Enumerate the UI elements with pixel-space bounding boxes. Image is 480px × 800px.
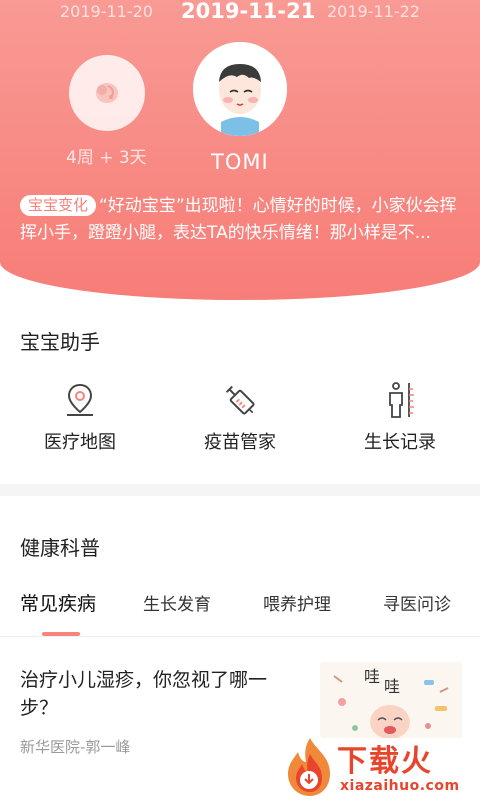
map-pin-icon [67, 383, 93, 416]
baby-name: TOMI [211, 150, 269, 174]
watermark-logo: 下载火 xiazaihuo.com [282, 734, 478, 800]
current-date[interactable]: 2019-11-21 [181, 0, 315, 23]
medical-map-label: 医疗地图 [44, 432, 116, 453]
health-title-text: 健康科普 [20, 536, 100, 560]
baby-avatar[interactable] [193, 42, 287, 136]
assistant-section-title: 宝宝助手 [20, 326, 100, 357]
section-divider [0, 484, 480, 496]
thumb-text: 哇 [364, 667, 380, 686]
watermark-url: xiazaihuo.com [340, 778, 460, 794]
fetus-icon [96, 83, 118, 103]
prev-date[interactable]: 2019-11-20 [60, 2, 153, 21]
crying-baby-illustration: 哇 哇 [320, 662, 462, 738]
pregnancy-week-label: 4周 + 3天 [66, 148, 147, 168]
article-title: 治疗小儿湿疹，你忽视了哪一步？ [20, 669, 268, 719]
baby-change-summary[interactable]: 宝宝变化 “好动宝宝”出现啦！心情好的时候，小家伙会挥挥小手，蹬蹬小腿，表达TA的… [20, 193, 465, 247]
syringe-icon [225, 385, 255, 415]
growth-record-button[interactable]: 生长记录 [340, 380, 460, 454]
date-switcher: 2019-11-20 2019-11-21 2019-11-22 [0, 0, 480, 26]
tab-feeding-care[interactable]: 喂养护理 [263, 590, 331, 615]
svg-text:哇: 哇 [384, 677, 400, 696]
assistant-title-text: 宝宝助手 [20, 330, 100, 354]
tab-medical-consult[interactable]: 寻医问诊 [383, 590, 451, 615]
assistant-tools: 医疗地图 疫苗管家 生长记录 [0, 380, 480, 460]
fetus-development-image[interactable] [69, 55, 145, 131]
vaccine-manager-label: 疫苗管家 [204, 432, 276, 453]
tab-growth-development[interactable]: 生长发育 [143, 590, 211, 615]
growth-ruler-icon [389, 382, 414, 418]
watermark-text: 下载火 [337, 744, 433, 779]
baby-header: 2019-11-20 2019-11-21 2019-11-22 4周 + 3天… [0, 0, 480, 300]
health-tabs: 常见疾病 生长发育 喂养护理 寻医问诊 [0, 590, 480, 636]
growth-record-label: 生长记录 [364, 432, 436, 453]
baby-change-tag: 宝宝变化 [20, 195, 97, 216]
baby-face-icon [193, 42, 287, 136]
article-thumbnail: 哇 哇 [320, 662, 462, 738]
medical-map-button[interactable]: 医疗地图 [20, 380, 140, 454]
article-source: 新华医院-郭一峰 [20, 738, 131, 756]
flame-icon [288, 738, 330, 796]
next-date[interactable]: 2019-11-22 [327, 2, 420, 21]
tabs-divider [0, 636, 480, 637]
vaccine-manager-button[interactable]: 疫苗管家 [180, 380, 300, 454]
tab-common-diseases[interactable]: 常见疾病 [20, 589, 96, 616]
health-section-title: 健康科普 [20, 532, 100, 563]
